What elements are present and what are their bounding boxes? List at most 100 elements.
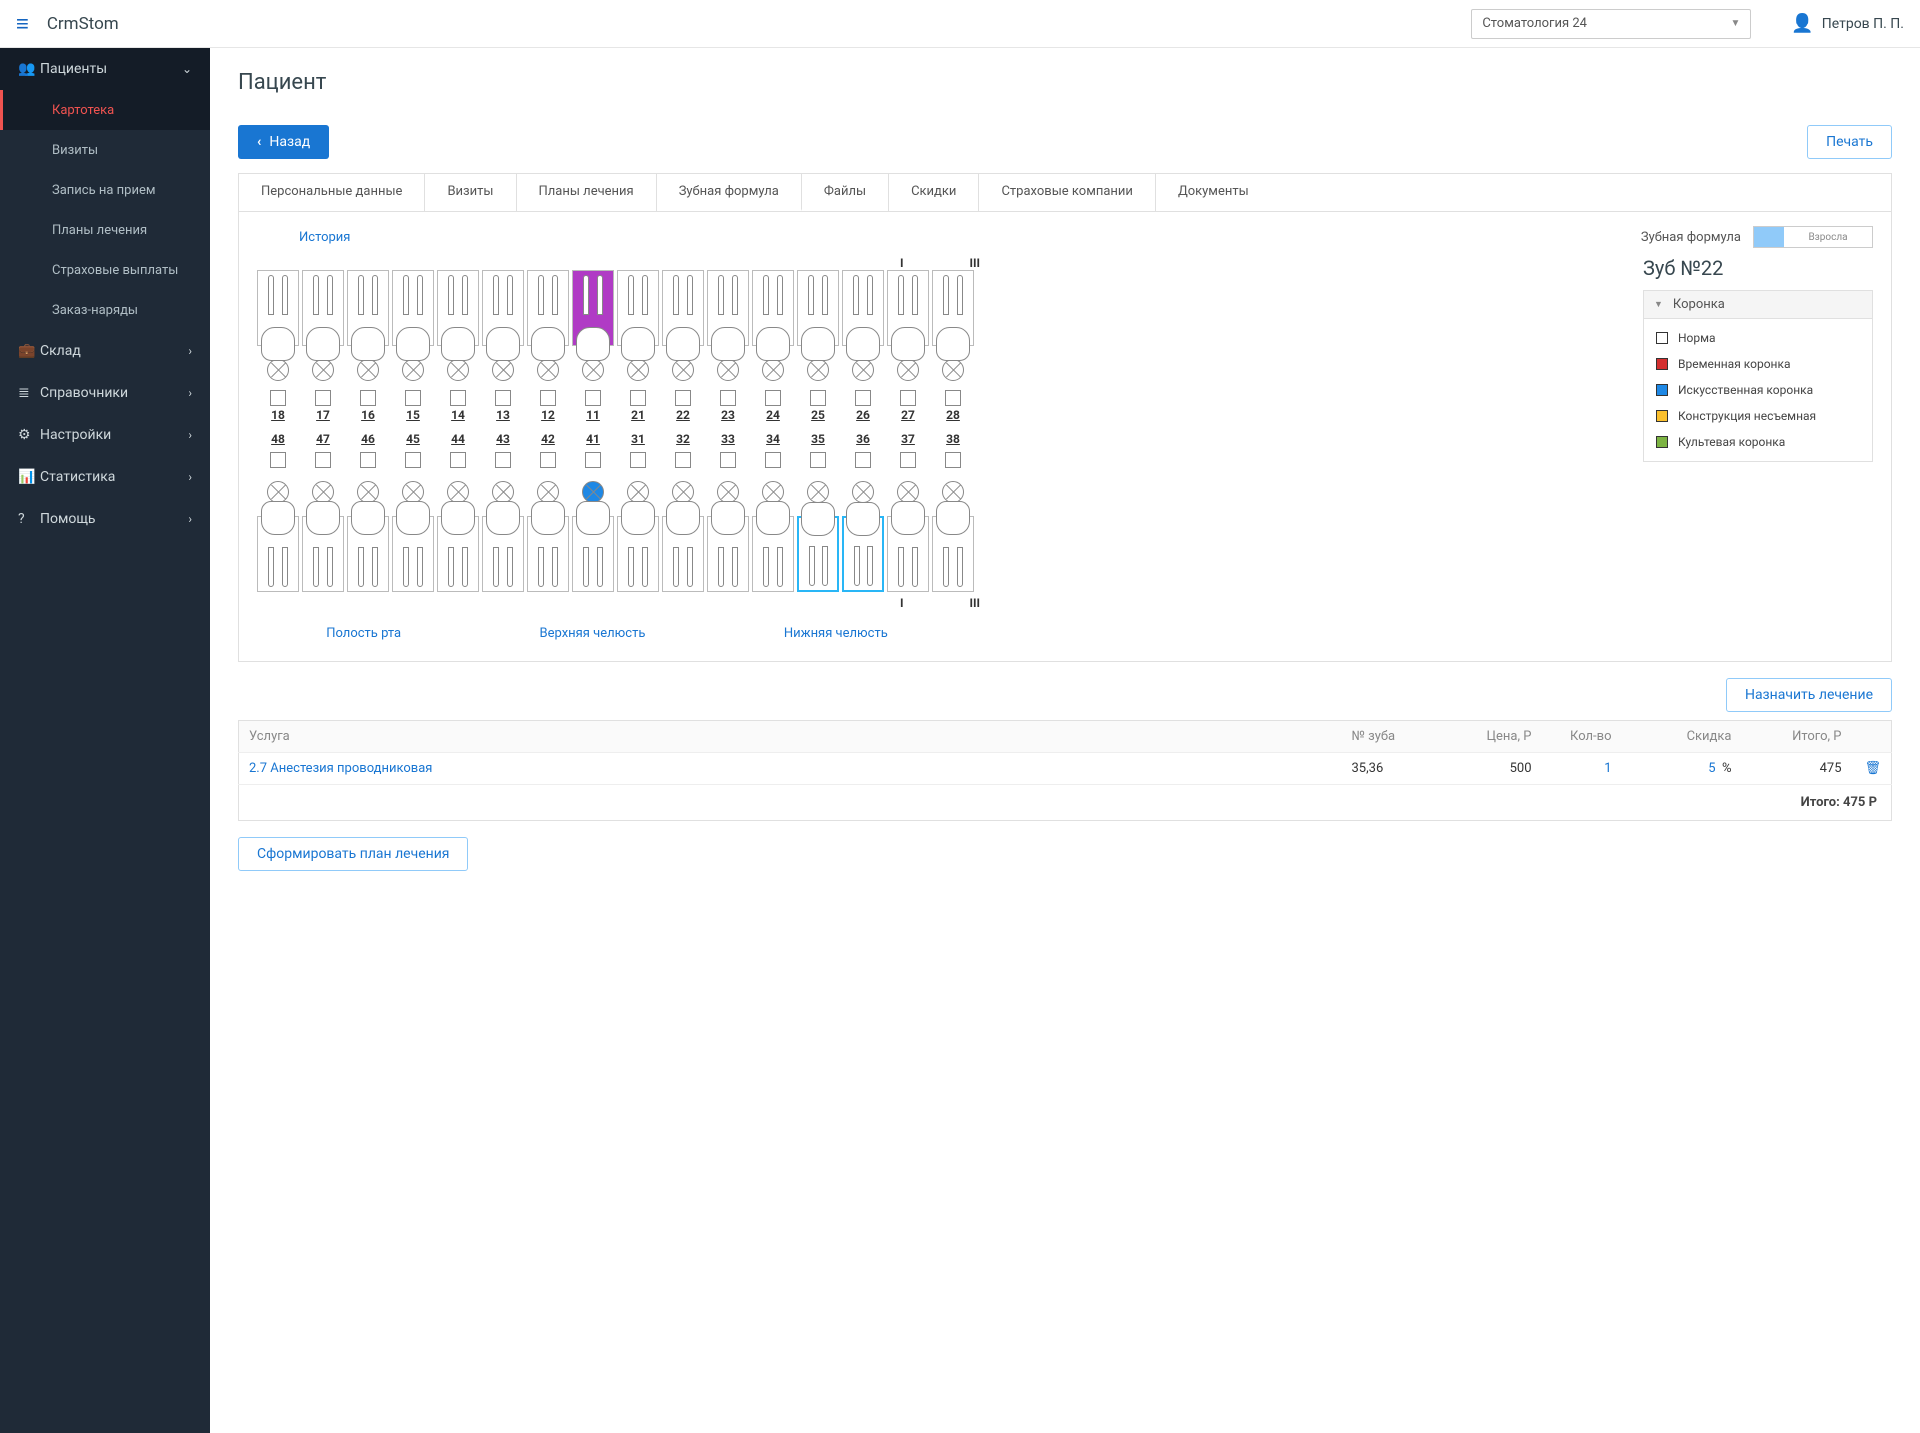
sidebar-item-patients[interactable]: 👥 Пациенты ⌄ (0, 48, 210, 90)
tooth-square[interactable] (630, 390, 646, 406)
tab-discounts[interactable]: Скидки (889, 174, 979, 211)
tooth-number[interactable]: 11 (572, 408, 614, 422)
cell-discount[interactable]: 5 % (1622, 753, 1742, 785)
tooth-number[interactable]: 47 (302, 432, 344, 446)
tooth-cell[interactable] (662, 516, 704, 592)
tooth-number[interactable]: 37 (887, 432, 929, 446)
tooth-cell[interactable] (842, 516, 884, 592)
tab-docs[interactable]: Документы (1156, 174, 1271, 211)
tooth-cell[interactable] (797, 516, 839, 592)
sidebar-item-stats[interactable]: 📊 Статистика › (0, 456, 210, 498)
crown-section-header[interactable]: ▼ Коронка (1643, 290, 1873, 319)
back-button[interactable]: ‹ Назад (238, 125, 329, 159)
tooth-number[interactable]: 48 (257, 432, 299, 446)
tooth-cell[interactable] (752, 516, 794, 592)
tooth-cell[interactable] (887, 270, 929, 346)
tooth-cell[interactable] (482, 270, 524, 346)
tooth-square[interactable] (540, 390, 556, 406)
tab-formula[interactable]: Зубная формула (657, 174, 802, 211)
tooth-cell[interactable] (932, 516, 974, 592)
tooth-number[interactable]: 41 (572, 432, 614, 446)
lower-jaw-link[interactable]: Нижняя челюсть (784, 626, 888, 641)
sidebar-sub-visits[interactable]: Визиты (0, 130, 210, 170)
tooth-cell[interactable] (887, 516, 929, 592)
tooth-square[interactable] (270, 452, 286, 468)
tooth-cell[interactable] (707, 270, 749, 346)
tooth-cell[interactable] (617, 270, 659, 346)
sidebar-sub-kartoteka[interactable]: Картотека (0, 90, 210, 130)
tooth-cell[interactable] (392, 516, 434, 592)
tooth-number[interactable]: 45 (392, 432, 434, 446)
menu-toggle-icon[interactable]: ≡ (16, 11, 29, 37)
sidebar-sub-plans[interactable]: Планы лечения (0, 210, 210, 250)
tooth-cell[interactable] (347, 270, 389, 346)
tooth-cell[interactable] (662, 270, 704, 346)
tab-insurance[interactable]: Страховые компании (979, 174, 1156, 211)
tooth-number[interactable]: 43 (482, 432, 524, 446)
cavity-link[interactable]: Полость рта (326, 626, 401, 641)
tooth-square[interactable] (675, 390, 691, 406)
tooth-number[interactable]: 46 (347, 432, 389, 446)
crown-option[interactable]: Норма (1644, 325, 1872, 351)
assign-treatment-button[interactable]: Назначить лечение (1726, 678, 1892, 712)
tooth-number[interactable]: 15 (392, 408, 434, 422)
tooth-number[interactable]: 24 (752, 408, 794, 422)
crown-option[interactable]: Искусственная коронка (1644, 377, 1872, 403)
tooth-square[interactable] (855, 390, 871, 406)
tooth-number[interactable]: 28 (932, 408, 974, 422)
tooth-number[interactable]: 17 (302, 408, 344, 422)
crown-option[interactable]: Временная коронка (1644, 351, 1872, 377)
tooth-square[interactable] (585, 452, 601, 468)
tooth-number[interactable]: 23 (707, 408, 749, 422)
tooth-cell[interactable] (572, 516, 614, 592)
tooth-square[interactable] (450, 390, 466, 406)
tab-personal[interactable]: Персональные данные (239, 174, 425, 211)
formula-age-toggle[interactable]: Взросла (1753, 226, 1873, 248)
sidebar-item-settings[interactable]: ⚙ Настройки › (0, 414, 210, 456)
tooth-cell[interactable] (572, 270, 614, 346)
tooth-square[interactable] (810, 390, 826, 406)
trash-icon[interactable]: 🗑 (1864, 761, 1881, 776)
tooth-cell[interactable] (302, 516, 344, 592)
tooth-number[interactable]: 33 (707, 432, 749, 446)
tooth-cell[interactable] (527, 270, 569, 346)
tooth-number[interactable]: 34 (752, 432, 794, 446)
tooth-number[interactable]: 16 (347, 408, 389, 422)
crown-option[interactable]: Культевая коронка (1644, 429, 1872, 455)
tooth-number[interactable]: 31 (617, 432, 659, 446)
tooth-square[interactable] (720, 390, 736, 406)
tooth-number[interactable]: 32 (662, 432, 704, 446)
tooth-square[interactable] (855, 452, 871, 468)
tooth-number[interactable]: 42 (527, 432, 569, 446)
crown-option[interactable]: Конструкция несъемная (1644, 403, 1872, 429)
tooth-number[interactable]: 14 (437, 408, 479, 422)
tooth-square[interactable] (765, 390, 781, 406)
tooth-number[interactable]: 38 (932, 432, 974, 446)
tooth-cell[interactable] (527, 516, 569, 592)
tooth-number[interactable]: 26 (842, 408, 884, 422)
tooth-square[interactable] (270, 390, 286, 406)
tooth-square[interactable] (900, 452, 916, 468)
tooth-square[interactable] (405, 452, 421, 468)
tooth-number[interactable]: 44 (437, 432, 479, 446)
sidebar-sub-appoint[interactable]: Запись на прием (0, 170, 210, 210)
tooth-square[interactable] (945, 390, 961, 406)
sidebar-sub-orders[interactable]: Заказ-наряды (0, 290, 210, 330)
form-plan-button[interactable]: Сформировать план лечения (238, 837, 468, 871)
tooth-cell[interactable] (347, 516, 389, 592)
tab-files[interactable]: Файлы (802, 174, 889, 211)
tooth-number[interactable]: 27 (887, 408, 929, 422)
tooth-square[interactable] (765, 452, 781, 468)
tooth-number[interactable]: 21 (617, 408, 659, 422)
tooth-square[interactable] (360, 452, 376, 468)
sidebar-item-stock[interactable]: 💼 Склад › (0, 330, 210, 372)
tooth-square[interactable] (450, 452, 466, 468)
tooth-square[interactable] (720, 452, 736, 468)
user-block[interactable]: 👤 Петров П. П. (1791, 13, 1904, 34)
tooth-square[interactable] (405, 390, 421, 406)
tooth-cell[interactable] (302, 270, 344, 346)
tooth-number[interactable]: 12 (527, 408, 569, 422)
tooth-number[interactable]: 36 (842, 432, 884, 446)
tooth-cell[interactable] (482, 516, 524, 592)
print-button[interactable]: Печать (1807, 125, 1892, 159)
